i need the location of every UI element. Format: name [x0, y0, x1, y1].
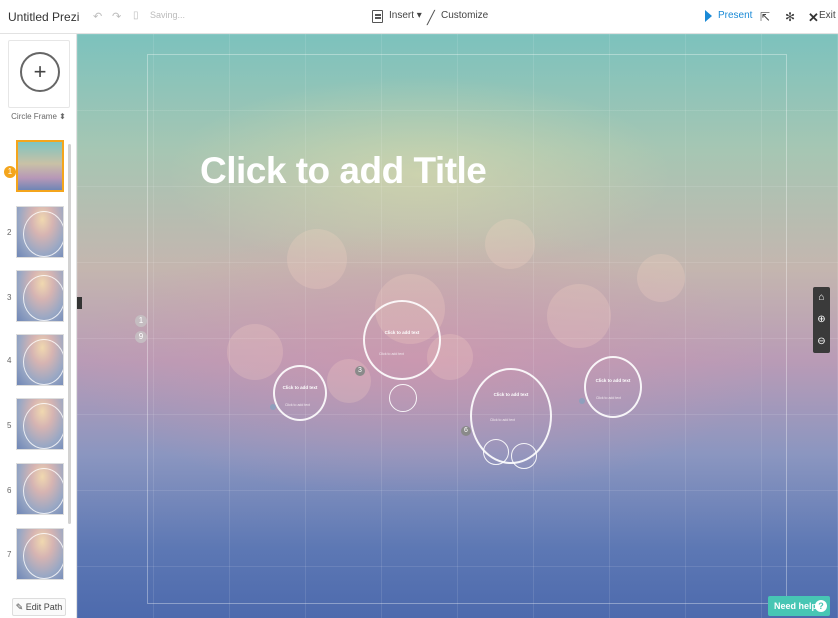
path-number: 2 — [7, 228, 12, 237]
path-thumbnail[interactable] — [16, 140, 64, 192]
bokeh-bubble — [327, 359, 371, 403]
circle-frame[interactable]: Click to add text Click to add text — [363, 300, 441, 380]
save-icon[interactable]: ▯ — [133, 10, 139, 21]
customize-icon[interactable]: ╱ — [427, 10, 435, 26]
present-icon[interactable] — [705, 10, 712, 22]
frame-subtext[interactable]: Click to add text — [285, 403, 310, 407]
add-frame-button[interactable]: + — [8, 40, 70, 108]
frame-text[interactable]: Click to add text — [365, 330, 439, 335]
path-step-badge[interactable]: 1 — [135, 315, 147, 327]
path-number: 3 — [7, 293, 12, 302]
frame-subtext[interactable]: Click to add text — [490, 418, 515, 422]
frame-type-select[interactable]: Circle Frame ⬍ — [0, 112, 77, 121]
undo-icon[interactable]: ↶ — [93, 10, 102, 23]
circle-frame[interactable]: Click to add text Click to add text — [584, 356, 642, 418]
path-number: 4 — [7, 356, 12, 365]
frame-text[interactable]: Click to add text — [472, 392, 550, 397]
path-thumbnail[interactable] — [16, 334, 64, 386]
exit-button[interactable]: Exit — [819, 10, 836, 21]
path-number: 6 — [7, 486, 12, 495]
path-sidebar: + Circle Frame ⬍ 1 2 3 4 5 6 7 ✎ Edit Pa… — [0, 34, 77, 618]
redo-icon[interactable]: ↷ — [112, 10, 121, 23]
path-thumbnail[interactable] — [16, 206, 64, 258]
present-button[interactable]: Present — [718, 10, 752, 21]
path-thumbnail[interactable] — [16, 398, 64, 450]
add-icon: + — [20, 52, 60, 92]
circle-subframe[interactable] — [483, 439, 509, 465]
bokeh-bubble — [485, 219, 535, 269]
title-placeholder[interactable]: Click to add Title — [200, 150, 487, 192]
need-help-label: Need help — [774, 601, 818, 611]
path-number: 1 — [4, 166, 16, 178]
circle-subframe[interactable] — [389, 384, 417, 412]
exit-icon[interactable]: ✕ — [808, 10, 819, 26]
prezi-canvas[interactable]: Click to add Title 1 9 Click to add text… — [77, 34, 838, 618]
bokeh-bubble — [227, 324, 283, 380]
top-toolbar: Untitled Prezi ↶ ↷ ▯ Saving... Insert ▾ … — [0, 0, 838, 34]
path-number: 7 — [7, 550, 12, 559]
customize-button[interactable]: Customize — [441, 10, 488, 21]
need-help-button[interactable]: Need help ? — [768, 596, 830, 616]
bokeh-bubble — [637, 254, 685, 302]
path-step-badge[interactable]: 3 — [355, 366, 365, 376]
insert-icon[interactable] — [372, 10, 383, 23]
frame-text[interactable]: Click to add text — [275, 385, 325, 390]
saving-status: Saving... — [150, 10, 186, 20]
help-icon: ? — [815, 600, 827, 612]
path-thumbnail[interactable] — [16, 528, 64, 580]
path-thumbnail[interactable] — [16, 463, 64, 515]
zoom-in-icon[interactable]: ⊕ — [813, 309, 830, 331]
share-icon[interactable]: ⇱ — [760, 10, 770, 24]
circle-subframe[interactable] — [511, 443, 537, 469]
path-step-badge[interactable]: 9 — [135, 331, 147, 343]
path-thumbnail[interactable] — [16, 270, 64, 322]
zoom-controls: ⌂ ⊕ ⊖ — [813, 287, 830, 353]
gear-icon[interactable]: ✻ — [785, 10, 795, 24]
collapse-sidebar-handle[interactable] — [77, 297, 82, 309]
sidebar-scrollbar[interactable] — [68, 144, 71, 524]
frame-subtext[interactable]: Click to add text — [596, 396, 621, 400]
zoom-out-icon[interactable]: ⊖ — [813, 331, 830, 353]
insert-menu-button[interactable]: Insert ▾ — [389, 10, 422, 21]
path-dot — [579, 398, 585, 404]
path-step-badge[interactable]: 6 — [461, 426, 471, 436]
edit-path-button[interactable]: ✎ Edit Path — [12, 598, 66, 616]
bokeh-bubble — [547, 284, 611, 348]
frame-text[interactable]: Click to add text — [586, 378, 640, 383]
home-icon[interactable]: ⌂ — [813, 287, 830, 309]
bokeh-bubble — [287, 229, 347, 289]
path-number: 5 — [7, 421, 12, 430]
prezi-title[interactable]: Untitled Prezi — [8, 10, 79, 24]
frame-subtext[interactable]: Click to add text — [379, 352, 404, 356]
circle-frame[interactable]: Click to add text Click to add text — [273, 365, 327, 421]
path-dot — [270, 404, 276, 410]
